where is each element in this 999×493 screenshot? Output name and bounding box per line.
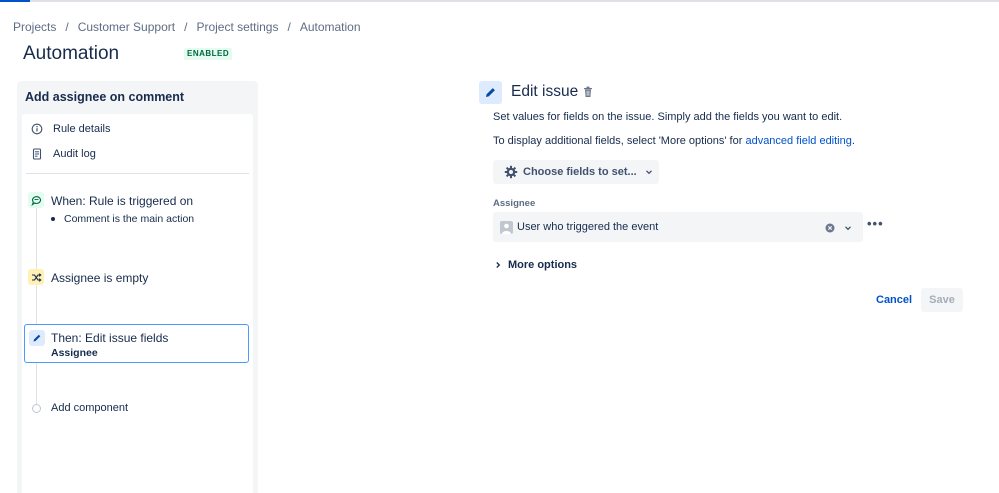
add-component-link[interactable]: Add component [51, 402, 128, 414]
user-avatar-icon [500, 220, 513, 234]
assignee-select[interactable]: User who triggered the event [493, 212, 863, 242]
pencil-icon [29, 330, 45, 346]
status-badge: ENABLED [184, 48, 233, 60]
top-progress-line [0, 0, 999, 2]
breadcrumb-separator: / [184, 20, 188, 34]
hint-prefix: To display additional fields, select 'Mo… [493, 135, 746, 147]
choose-fields-label: Choose fields to set... [523, 166, 637, 178]
trigger-bullet-text: Comment is the main action [64, 213, 195, 225]
breadcrumb-automation[interactable]: Automation [300, 20, 361, 34]
more-options-toggle[interactable]: More options [494, 259, 577, 271]
breadcrumb: Projects / Customer Support / Project se… [13, 20, 361, 34]
rule-components-list: Rule details Audit log When: Rule is tri… [22, 114, 253, 493]
add-component-dot-icon [32, 404, 41, 413]
divider [26, 173, 249, 174]
hint-suffix: . [851, 135, 855, 147]
rule-panel: Add assignee on comment Rule details Aud… [17, 81, 258, 493]
more-actions-icon[interactable]: ••• [867, 216, 884, 231]
chevron-down-icon [645, 168, 653, 176]
trigger-title: When: Rule is triggered on [51, 194, 194, 208]
timeline-connector [36, 200, 37, 410]
clear-icon[interactable] [825, 223, 835, 233]
action-subtitle: Assignee [51, 347, 98, 359]
assignee-value: User who triggered the event [517, 221, 659, 233]
audit-log-item[interactable]: Audit log [31, 148, 96, 160]
choose-fields-button[interactable]: Choose fields to set... [493, 160, 659, 184]
trash-icon[interactable] [583, 86, 593, 98]
shuffle-icon [28, 269, 44, 285]
advanced-field-editing-link[interactable]: advanced field editing [745, 135, 851, 147]
advanced-editing-hint: To display additional fields, select 'Mo… [493, 135, 855, 147]
info-icon [31, 123, 43, 135]
edit-description: Set values for fields on the issue. Simp… [493, 111, 843, 123]
breadcrumb-separator: / [287, 20, 291, 34]
comment-trigger-icon [28, 192, 44, 208]
breadcrumb-projects[interactable]: Projects [13, 20, 56, 34]
audit-log-label: Audit log [53, 148, 96, 160]
assignee-field-label: Assignee [493, 198, 536, 209]
rule-name: Add assignee on comment [25, 90, 185, 104]
edit-issue-title: Edit issue [511, 83, 579, 100]
action-title: Then: Edit issue fields [51, 331, 169, 345]
top-progress-accent [0, 0, 30, 2]
document-icon [31, 148, 43, 160]
breadcrumb-customer-support[interactable]: Customer Support [78, 20, 175, 34]
save-button[interactable]: Save [921, 288, 963, 312]
rule-details-label: Rule details [53, 123, 111, 135]
breadcrumb-separator: / [65, 20, 69, 34]
bullet-dot [51, 217, 55, 221]
trigger-bullet: Comment is the main action [51, 213, 194, 225]
condition-title: Assignee is empty [51, 271, 149, 285]
cancel-button[interactable]: Cancel [871, 288, 917, 312]
rule-details-item[interactable]: Rule details [31, 123, 110, 135]
action-component-selected[interactable]: Then: Edit issue fields Assignee [24, 324, 249, 363]
edit-pencil-icon [479, 81, 502, 104]
more-options-label: More options [508, 259, 578, 271]
chevron-right-icon [494, 261, 502, 269]
breadcrumb-project-settings[interactable]: Project settings [196, 20, 278, 34]
chevron-down-icon[interactable] [844, 224, 852, 232]
gear-icon [504, 165, 518, 179]
page-title: Automation [23, 43, 120, 64]
